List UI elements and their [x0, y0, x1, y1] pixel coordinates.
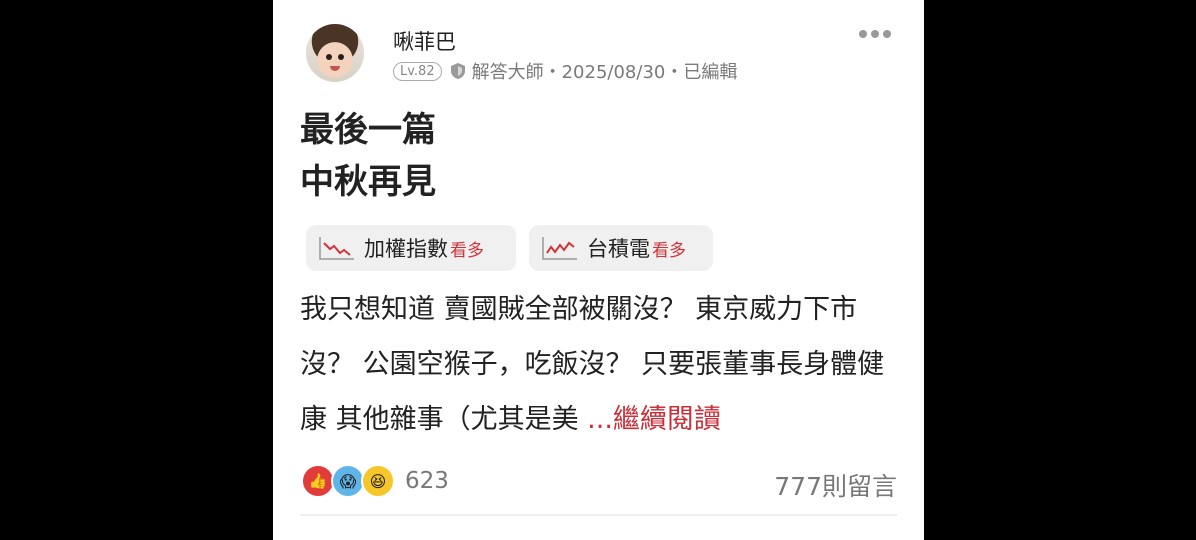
divider [300, 514, 897, 516]
more-icon[interactable] [859, 30, 891, 38]
wow-icon: 😱 [331, 464, 365, 498]
post-body: 我只想知道 賣國賊全部被關沒？ 東京威力下市沒？ 公園空猴子，吃飯沒？ 只要張董… [300, 294, 885, 435]
username[interactable]: 啾菲巴 [393, 26, 456, 56]
haha-icon: 😆 [361, 464, 395, 498]
stock-up-icon [542, 237, 577, 260]
read-more-link[interactable]: ...繼續閱讀 [587, 404, 721, 435]
stock-down-icon [319, 237, 354, 260]
stock-chip-taiex[interactable]: 加權指數 看多 [306, 225, 516, 271]
post-meta: Lv.82 解答大師・2025/08/30・已編輯 [393, 58, 737, 84]
shield-icon [450, 63, 465, 79]
chip-sentiment: 看多 [450, 240, 484, 261]
meta-text: 解答大師・2025/08/30・已編輯 [471, 62, 738, 83]
chip-name: 加權指數 [364, 237, 448, 261]
post-card: 啾菲巴 Lv.82 解答大師・2025/08/30・已編輯 最後一篇 中秋再見 … [273, 0, 924, 540]
reaction-count: 623 [405, 468, 449, 494]
like-icon: 👍 [301, 464, 335, 498]
level-badge: Lv.82 [393, 61, 442, 81]
comment-count[interactable]: 777則留言 [774, 467, 897, 503]
chip-name: 台積電 [587, 237, 650, 261]
avatar[interactable] [306, 24, 364, 82]
stock-chip-tsmc[interactable]: 台積電 看多 [529, 225, 713, 271]
post-title: 最後一篇 中秋再見 [300, 110, 436, 202]
reaction-summary[interactable]: 👍 😱 😆 623 [301, 464, 449, 498]
chip-sentiment: 看多 [652, 240, 686, 261]
